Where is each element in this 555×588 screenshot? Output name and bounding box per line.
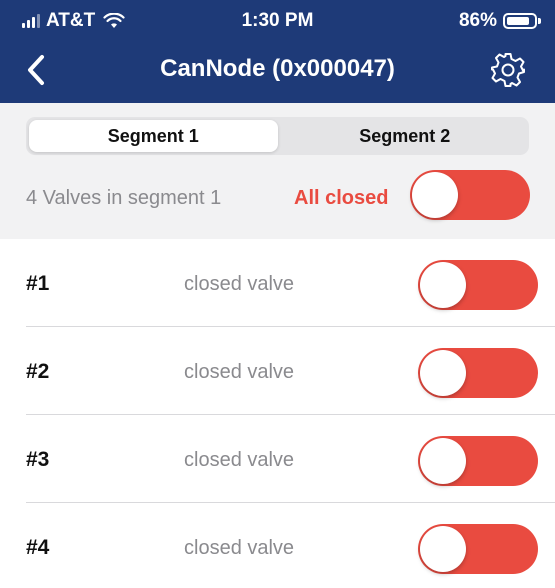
valve-state: closed valve	[184, 361, 295, 383]
all-valves-toggle[interactable]	[410, 170, 530, 220]
status-right: 86%	[458, 10, 541, 32]
page-title: CanNode (0x000047)	[160, 55, 395, 82]
segment-summary: 4 Valves in segment 1 All closed	[0, 167, 555, 227]
toggle-knob	[420, 262, 466, 308]
valve-state: closed valve	[184, 273, 295, 295]
valve-1-toggle[interactable]	[418, 260, 538, 310]
battery-fill	[507, 17, 530, 25]
nav-bar: CanNode (0x000047)	[0, 38, 555, 103]
battery-icon	[503, 13, 541, 29]
gear-icon[interactable]	[489, 51, 527, 89]
valve-row: #1 closed valve	[0, 239, 555, 327]
valve-number: #3	[26, 448, 50, 471]
status-bar: AT&T 1:30 PM 86%	[0, 0, 555, 38]
valve-row: #4 closed valve	[0, 503, 555, 588]
valve-row: #3 closed valve	[0, 415, 555, 503]
all-state-label: All closed	[294, 187, 389, 209]
valve-list: #1 closed valve #2 closed valve #3 close…	[0, 239, 555, 588]
segment-control: Segment 1 Segment 2	[26, 117, 529, 155]
valve-4-toggle[interactable]	[418, 524, 538, 574]
valve-state: closed valve	[184, 537, 295, 559]
toggle-knob	[420, 350, 466, 396]
toggle-knob	[420, 438, 466, 484]
top-bar: AT&T 1:30 PM 86% CanNode (0x000047)	[0, 0, 555, 103]
valve-row: #2 closed valve	[0, 327, 555, 415]
valve-2-toggle[interactable]	[418, 348, 538, 398]
valve-number: #1	[26, 272, 50, 295]
toggle-knob	[412, 172, 458, 218]
toggle-knob	[420, 526, 466, 572]
valve-state: closed valve	[184, 449, 295, 471]
segment-panel: Segment 1 Segment 2 4 Valves in segment …	[0, 103, 555, 239]
valve-3-toggle[interactable]	[418, 436, 538, 486]
battery-percent: 86%	[458, 10, 497, 31]
screen: AT&T 1:30 PM 86% CanNode (0x000047) Segm…	[0, 0, 555, 588]
valve-number: #2	[26, 360, 50, 383]
valve-count-label: 4 Valves in segment 1	[26, 187, 222, 209]
segment-1-tab[interactable]: Segment 1	[29, 120, 278, 152]
segment-2-tab[interactable]: Segment 2	[281, 117, 530, 155]
valve-number: #4	[26, 536, 50, 559]
